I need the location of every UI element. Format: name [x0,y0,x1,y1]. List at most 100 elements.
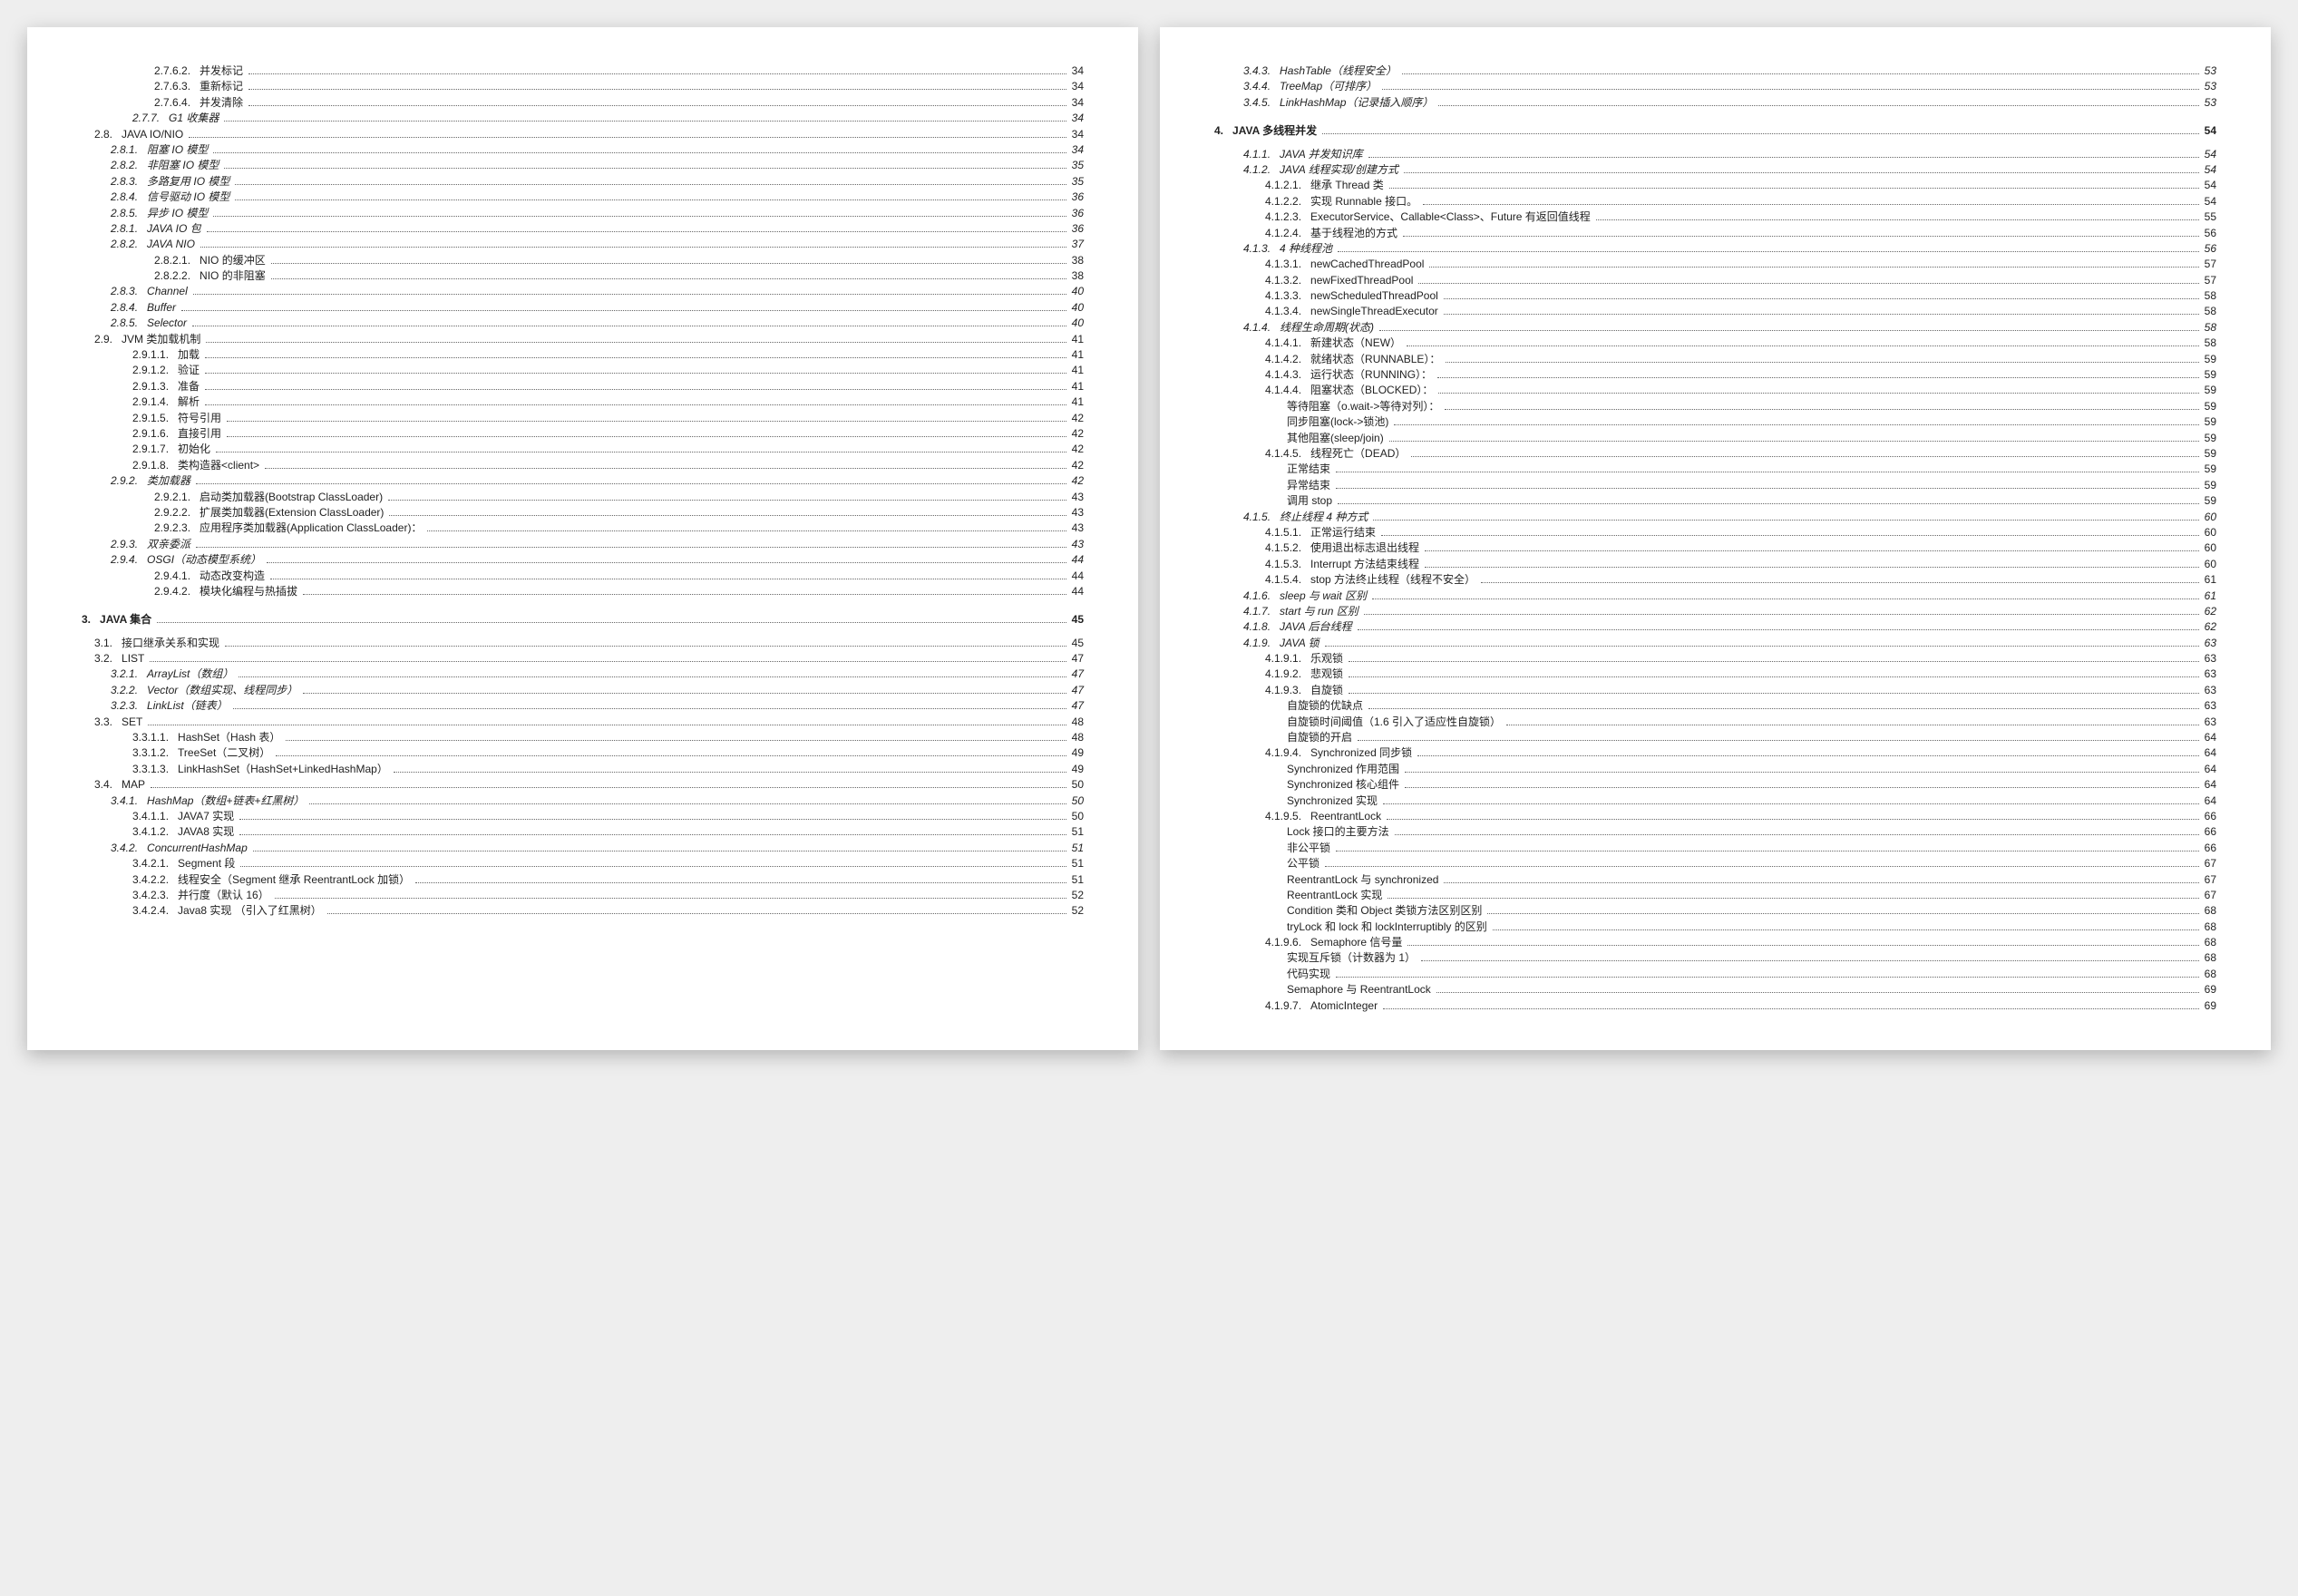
toc-entry[interactable]: 4.1.1.JAVA 并发知识库54 [1214,147,2216,162]
toc-entry[interactable]: Lock 接口的主要方法66 [1214,824,2216,840]
toc-entry[interactable]: 2.9.4.1.动态改变构造44 [82,569,1084,584]
toc-entry[interactable]: 2.9.1.2.验证41 [82,363,1084,378]
toc-entry[interactable]: Synchronized 作用范围64 [1214,762,2216,777]
toc-entry[interactable]: 4.1.4.2.就绪状态（RUNNABLE）：59 [1214,352,2216,367]
toc-entry[interactable]: 2.9.1.6.直接引用42 [82,426,1084,442]
toc-entry[interactable]: tryLock 和 lock 和 lockInterruptibly 的区别68 [1214,920,2216,935]
toc-entry[interactable]: 4.1.9.6.Semaphore 信号量68 [1214,935,2216,950]
toc-entry[interactable]: 4.1.5.3.Interrupt 方法结束线程60 [1214,557,2216,572]
toc-entry[interactable]: 3.2.3.LinkList（链表）47 [82,698,1084,714]
toc-entry[interactable]: 4.1.8.JAVA 后台线程62 [1214,619,2216,635]
toc-entry[interactable]: 4.1.4.5.线程死亡（DEAD）59 [1214,446,2216,462]
toc-entry[interactable]: 3.4.MAP50 [82,777,1084,793]
toc-entry[interactable]: 3.4.2.1.Segment 段51 [82,856,1084,871]
toc-entry[interactable]: 其他阻塞(sleep/join)59 [1214,431,2216,446]
toc-entry[interactable]: Synchronized 实现64 [1214,793,2216,809]
toc-entry[interactable]: 3.4.4.TreeMap（可排序）53 [1214,79,2216,94]
toc-entry[interactable]: 自旋锁时间阈值（1.6 引入了适应性自旋锁）63 [1214,715,2216,730]
toc-entry[interactable]: 3.4.5.LinkHashMap（记录插入顺序）53 [1214,95,2216,111]
toc-entry[interactable]: 2.7.6.4.并发清除34 [82,95,1084,111]
toc-entry[interactable]: 同步阻塞(lock->锁池)59 [1214,414,2216,430]
toc-entry[interactable]: 2.9.4.2.模块化编程与热插拔44 [82,584,1084,599]
toc-entry[interactable]: 自旋锁的开启64 [1214,730,2216,745]
toc-entry[interactable]: 4.JAVA 多线程并发54 [1214,123,2216,139]
toc-entry[interactable]: 异常结束59 [1214,478,2216,493]
toc-entry[interactable]: 2.7.7.G1 收集器34 [82,111,1084,126]
toc-entry[interactable]: 4.1.4.线程生命周期(状态)58 [1214,320,2216,336]
toc-entry[interactable]: 4.1.5.终止线程 4 种方式60 [1214,510,2216,525]
toc-entry[interactable]: 2.9.1.7.初始化42 [82,442,1084,457]
toc-entry[interactable]: 2.8.1.阻塞 IO 模型34 [82,142,1084,158]
toc-entry[interactable]: 2.7.6.3.重新标记34 [82,79,1084,94]
toc-entry[interactable]: 3.2.1.ArrayList（数组）47 [82,667,1084,682]
toc-entry[interactable]: 3.2.LIST47 [82,651,1084,667]
toc-entry[interactable]: 4.1.3.1.newCachedThreadPool57 [1214,257,2216,272]
toc-entry[interactable]: 4.1.3.4 种线程池56 [1214,241,2216,257]
toc-entry[interactable]: 2.8.4.信号驱动 IO 模型36 [82,190,1084,205]
toc-entry[interactable]: 实现互斥锁（计数器为 1）68 [1214,950,2216,966]
toc-entry[interactable]: 4.1.9.3.自旋锁63 [1214,683,2216,698]
toc-entry[interactable]: 4.1.7.start 与 run 区别62 [1214,604,2216,619]
toc-entry[interactable]: 4.1.2.3.ExecutorService、Callable<Class>、… [1214,209,2216,225]
toc-entry[interactable]: 3.4.2.3.并行度（默认 16）52 [82,888,1084,903]
toc-entry[interactable]: 3.4.2.2.线程安全（Segment 继承 ReentrantLock 加锁… [82,872,1084,888]
toc-entry[interactable]: 4.1.9.2.悲观锁63 [1214,667,2216,682]
toc-entry[interactable]: 等待阻塞（o.wait->等待对列）：59 [1214,399,2216,414]
toc-entry[interactable]: 3.4.2.4.Java8 实现 （引入了红黑树）52 [82,903,1084,919]
toc-entry[interactable]: 2.9.2.类加载器42 [82,473,1084,489]
toc-entry[interactable]: 2.8.3.多路复用 IO 模型35 [82,174,1084,190]
toc-entry[interactable]: 4.1.9.5.ReentrantLock66 [1214,809,2216,824]
toc-entry[interactable]: 3.2.2.Vector（数组实现、线程同步）47 [82,683,1084,698]
toc-entry[interactable]: 2.8.JAVA IO/NIO34 [82,127,1084,142]
toc-entry[interactable]: 4.1.2.JAVA 线程实现/创建方式54 [1214,162,2216,178]
toc-entry[interactable]: 4.1.4.3.运行状态（RUNNING）：59 [1214,367,2216,383]
toc-entry[interactable]: ReentrantLock 实现67 [1214,888,2216,903]
toc-entry[interactable]: 4.1.2.4.基于线程池的方式56 [1214,226,2216,241]
toc-entry[interactable]: Condition 类和 Object 类锁方法区别区别68 [1214,903,2216,919]
toc-entry[interactable]: 2.9.JVM 类加载机制41 [82,332,1084,347]
toc-entry[interactable]: 3.JAVA 集合45 [82,612,1084,628]
toc-entry[interactable]: 3.3.SET48 [82,715,1084,730]
toc-entry[interactable]: 3.3.1.3.LinkHashSet（HashSet+LinkedHashMa… [82,762,1084,777]
toc-entry[interactable]: 2.9.1.3.准备41 [82,379,1084,394]
toc-entry[interactable]: 2.9.1.8.类构造器<client>42 [82,458,1084,473]
toc-entry[interactable]: 2.9.2.3.应用程序类加载器(Application ClassLoader… [82,521,1084,536]
toc-entry[interactable]: 4.1.9.4.Synchronized 同步锁64 [1214,745,2216,761]
toc-entry[interactable]: 4.1.3.4.newSingleThreadExecutor58 [1214,304,2216,319]
toc-entry[interactable]: 2.9.2.1.启动类加载器(Bootstrap ClassLoader)43 [82,490,1084,505]
toc-entry[interactable]: 2.9.2.2.扩展类加载器(Extension ClassLoader)43 [82,505,1084,521]
toc-entry[interactable]: 4.1.2.1.继承 Thread 类54 [1214,178,2216,193]
toc-entry[interactable]: 2.8.2.1.NIO 的缓冲区38 [82,253,1084,268]
toc-entry[interactable]: 2.8.4.Buffer40 [82,300,1084,316]
toc-entry[interactable]: 4.1.3.3.newScheduledThreadPool58 [1214,288,2216,304]
toc-entry[interactable]: 2.8.5.Selector40 [82,316,1084,331]
toc-entry[interactable]: 非公平锁66 [1214,841,2216,856]
toc-entry[interactable]: 2.9.1.1.加载41 [82,347,1084,363]
toc-entry[interactable]: 4.1.4.1.新建状态（NEW）58 [1214,336,2216,351]
toc-entry[interactable]: 3.1.接口继承关系和实现45 [82,636,1084,651]
toc-entry[interactable]: ReentrantLock 与 synchronized67 [1214,872,2216,888]
toc-entry[interactable]: 2.9.3.双亲委派43 [82,537,1084,552]
toc-entry[interactable]: 2.9.1.4.解析41 [82,394,1084,410]
toc-entry[interactable]: 2.8.2.2.NIO 的非阻塞38 [82,268,1084,284]
toc-entry[interactable]: 3.3.1.2.TreeSet（二叉树）49 [82,745,1084,761]
toc-entry[interactable]: Semaphore 与 ReentrantLock69 [1214,982,2216,998]
toc-entry[interactable]: 3.4.1.HashMap（数组+链表+红黑树）50 [82,793,1084,809]
toc-entry[interactable]: 2.7.6.2.并发标记34 [82,63,1084,79]
toc-entry[interactable]: 2.9.4.OSGI（动态模型系统）44 [82,552,1084,568]
toc-entry[interactable]: 4.1.4.4.阻塞状态（BLOCKED）：59 [1214,383,2216,398]
toc-entry[interactable]: 调用 stop59 [1214,493,2216,509]
toc-entry[interactable]: 4.1.5.1.正常运行结束60 [1214,525,2216,540]
toc-entry[interactable]: 4.1.9.7.AtomicInteger69 [1214,998,2216,1014]
toc-entry[interactable]: 代码实现68 [1214,967,2216,982]
toc-entry[interactable]: 3.4.3.HashTable（线程安全）53 [1214,63,2216,79]
toc-entry[interactable]: 3.4.1.2.JAVA8 实现51 [82,824,1084,840]
toc-entry[interactable]: 自旋锁的优缺点63 [1214,698,2216,714]
toc-entry[interactable]: 2.9.1.5.符号引用42 [82,411,1084,426]
toc-entry[interactable]: 3.3.1.1.HashSet（Hash 表）48 [82,730,1084,745]
toc-entry[interactable]: 4.1.5.2.使用退出标志退出线程60 [1214,540,2216,556]
toc-entry[interactable]: 4.1.3.2.newFixedThreadPool57 [1214,273,2216,288]
toc-entry[interactable]: 3.4.2.ConcurrentHashMap51 [82,841,1084,856]
toc-entry[interactable]: 公平锁67 [1214,856,2216,871]
toc-entry[interactable]: 4.1.2.2.实现 Runnable 接口。54 [1214,194,2216,209]
